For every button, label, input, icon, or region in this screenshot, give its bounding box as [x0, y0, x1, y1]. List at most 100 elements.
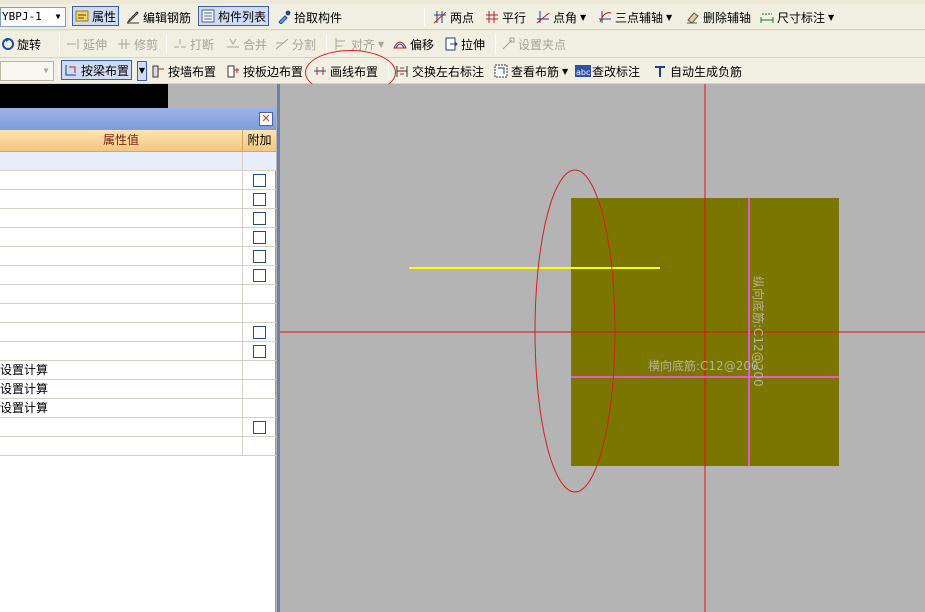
- extra-checkbox[interactable]: [253, 174, 266, 187]
- chevron-down-icon[interactable]: ▼: [562, 67, 568, 76]
- set-grip-button[interactable]: 设置夹点: [501, 34, 566, 54]
- offset-button[interactable]: 偏移: [393, 34, 434, 54]
- property-row[interactable]: [0, 266, 276, 285]
- property-value[interactable]: [0, 304, 243, 322]
- property-value[interactable]: [0, 171, 243, 189]
- property-value[interactable]: [0, 247, 243, 265]
- property-value[interactable]: [0, 266, 243, 284]
- property-value[interactable]: 设置计算: [0, 361, 243, 379]
- extra-cell: [243, 247, 276, 265]
- view-rebar-icon: [494, 64, 508, 78]
- toolbar-separator: [495, 35, 496, 53]
- property-value[interactable]: [0, 418, 243, 436]
- split-button[interactable]: 分割: [275, 34, 316, 54]
- property-row[interactable]: [0, 228, 276, 247]
- extra-checkbox[interactable]: [253, 250, 266, 263]
- chevron-down-icon[interactable]: ▼: [137, 61, 147, 81]
- swap-label-button[interactable]: 交换左右标注: [395, 61, 484, 81]
- extra-cell: [243, 171, 276, 189]
- chevron-down-icon[interactable]: ▼: [39, 62, 53, 80]
- property-row[interactable]: [0, 304, 276, 323]
- dimension-button[interactable]: 尺寸标注 ▼: [760, 7, 834, 27]
- view-layout-label: 查看布筋: [511, 64, 560, 79]
- drawing-canvas[interactable]: 横向底筋:C12@200 纵向底筋:C12@200: [168, 84, 925, 612]
- extra-checkbox[interactable]: [253, 212, 266, 225]
- trim-label: 修剪: [134, 37, 159, 52]
- property-value[interactable]: [0, 228, 243, 246]
- property-value[interactable]: [0, 190, 243, 208]
- extra-checkbox[interactable]: [253, 231, 266, 244]
- property-value[interactable]: [0, 323, 243, 341]
- horizontal-rebar-label: 横向底筋:C12@200: [648, 358, 759, 373]
- stretch-button[interactable]: 拉伸: [444, 34, 485, 54]
- property-row[interactable]: [0, 342, 276, 361]
- parallel-button[interactable]: 平行: [485, 7, 526, 27]
- break-button[interactable]: 打断: [173, 34, 214, 54]
- property-value[interactable]: [0, 285, 243, 303]
- close-icon[interactable]: ✕: [259, 112, 273, 126]
- property-value[interactable]: [0, 152, 243, 170]
- property-row[interactable]: [0, 323, 276, 342]
- extra-cell: [243, 190, 276, 208]
- chevron-down-icon[interactable]: ▼: [828, 13, 834, 22]
- eraser-icon: [686, 10, 700, 24]
- property-row[interactable]: 设置计算: [0, 380, 276, 399]
- chevron-down-icon[interactable]: ▼: [51, 8, 65, 26]
- property-value[interactable]: [0, 209, 243, 227]
- check-label-button[interactable]: abc 查改标注: [575, 61, 640, 81]
- component-list-button[interactable]: 构件列表: [198, 6, 270, 26]
- auto-rebar-icon: [653, 64, 667, 78]
- property-row[interactable]: [0, 190, 276, 209]
- split-icon: [275, 37, 289, 51]
- layout-mode-selector[interactable]: ▼: [0, 61, 54, 81]
- align-icon: [334, 37, 348, 51]
- property-row[interactable]: 设置计算: [0, 361, 276, 380]
- property-row[interactable]: [0, 247, 276, 266]
- check-label-label: 查改标注: [592, 64, 641, 79]
- property-row[interactable]: [0, 418, 276, 437]
- property-row[interactable]: [0, 171, 276, 190]
- toolbar-row-3: ▼ 按梁布置 ▼ 按墙布置 按板边布置 画线布置 交换左右标注 查看布筋 ▼ a…: [0, 58, 925, 84]
- pick-component-label: 拾取构件: [294, 10, 343, 25]
- chevron-down-icon[interactable]: ▼: [580, 13, 586, 22]
- extra-checkbox[interactable]: [253, 193, 266, 206]
- swap-icon: [395, 64, 409, 78]
- property-row[interactable]: [0, 285, 276, 304]
- extra-checkbox[interactable]: [253, 269, 266, 282]
- property-row[interactable]: [0, 152, 276, 171]
- property-value[interactable]: [0, 437, 243, 455]
- rotate-button[interactable]: 旋转: [0, 34, 41, 54]
- property-value[interactable]: [0, 342, 243, 360]
- toolbar-separator: [326, 35, 327, 53]
- property-panel: ✕ 属性值 附加 设置计算 设置计算 设置计算: [0, 108, 276, 612]
- three-point-axis-button[interactable]: 三点辅轴 ▼: [598, 7, 672, 27]
- extra-cell: [243, 228, 276, 246]
- two-points-axis-icon: [433, 10, 447, 24]
- chevron-down-icon[interactable]: ▼: [378, 40, 384, 49]
- extra-checkbox[interactable]: [253, 326, 266, 339]
- merge-button[interactable]: 合并: [226, 34, 267, 54]
- chevron-down-icon[interactable]: ▼: [666, 13, 672, 22]
- delete-axis-button[interactable]: 删除辅轴: [686, 7, 751, 27]
- trim-button[interactable]: 修剪: [117, 34, 158, 54]
- property-row[interactable]: [0, 209, 276, 228]
- by-wall-button[interactable]: 按墙布置: [151, 61, 216, 81]
- property-row[interactable]: 设置计算: [0, 399, 276, 418]
- extend-button[interactable]: 延伸: [66, 34, 107, 54]
- set-grip-label: 设置夹点: [518, 37, 567, 52]
- property-value[interactable]: 设置计算: [0, 399, 243, 417]
- properties-button[interactable]: 属性: [72, 6, 120, 26]
- point-angle-button[interactable]: 点角 ▼: [536, 7, 586, 27]
- extra-checkbox[interactable]: [253, 345, 266, 358]
- two-points-button[interactable]: 两点: [433, 7, 474, 27]
- pick-component-button[interactable]: 拾取构件: [277, 7, 342, 27]
- by-slab-edge-button[interactable]: 按板边布置: [226, 61, 303, 81]
- view-layout-button[interactable]: 查看布筋 ▼: [494, 61, 568, 81]
- property-value[interactable]: 设置计算: [0, 380, 243, 398]
- by-beam-button[interactable]: 按梁布置: [61, 60, 133, 80]
- auto-negative-button[interactable]: 自动生成负筋: [653, 61, 742, 81]
- edit-rebar-button[interactable]: 编辑钢筋: [126, 7, 191, 27]
- extra-checkbox[interactable]: [253, 421, 266, 434]
- property-row[interactable]: [0, 437, 276, 456]
- component-selector[interactable]: YBPJ-1 ▼: [0, 7, 66, 27]
